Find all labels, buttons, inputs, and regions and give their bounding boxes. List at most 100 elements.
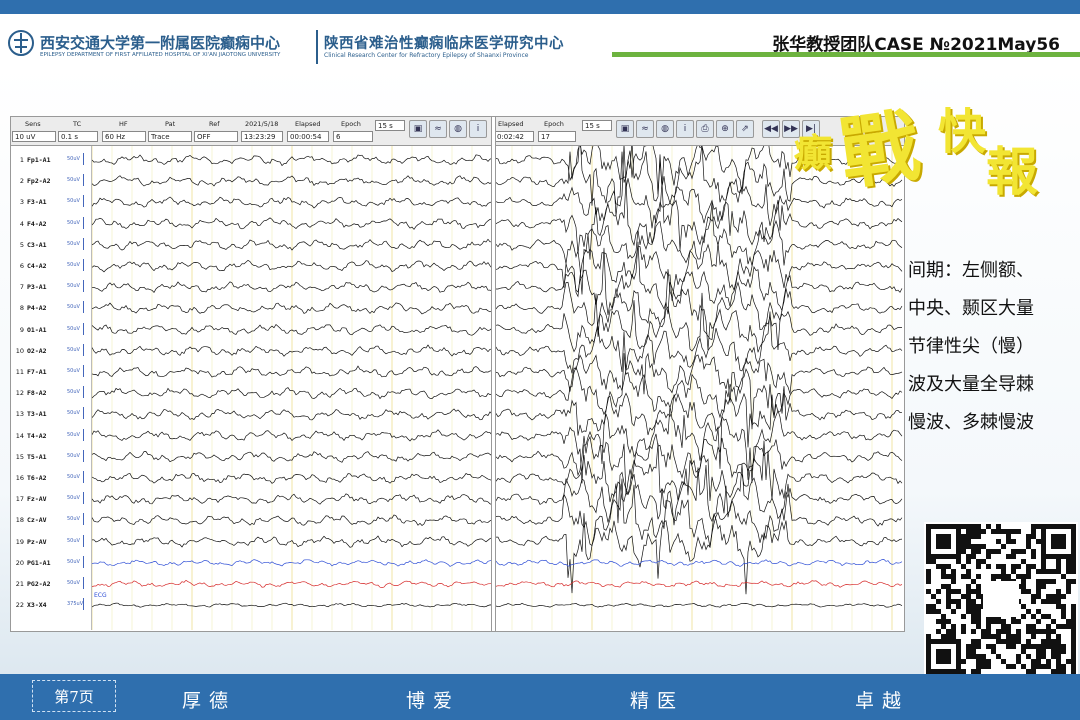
gain-scale-bar (83, 365, 84, 377)
channel-row: 8 P4-A2 50uV (11, 298, 91, 318)
hf-label: HF (119, 120, 128, 128)
gain-scale-bar (83, 322, 84, 335)
time-value: 13:23:29 (241, 131, 283, 142)
channel-number: 15 (15, 452, 24, 461)
channel-gain: 50uV (67, 452, 80, 459)
channel-number: 20 (15, 558, 24, 567)
channel-row: 15 T5-A1 50uV (11, 447, 91, 467)
qr-code-icon (924, 522, 1078, 676)
channel-name: T3-A1 (27, 410, 47, 419)
folder-icon-right[interactable]: ▣ (616, 120, 634, 138)
rewind-icon[interactable]: ◀◀ (762, 120, 780, 138)
channel-name: P4-A2 (27, 304, 47, 313)
ref-select[interactable]: OFF (194, 131, 238, 142)
case-description: 间期：左侧额、 中央、颞区大量 节律性尖（慢） 波及大量全导棘 慢波、多棘慢波 (908, 252, 1076, 442)
channel-name: PG2-A2 (27, 580, 51, 588)
tc-select[interactable]: 0.1 s (58, 131, 98, 142)
gain-scale-bar (83, 301, 84, 314)
eeg-trace (92, 242, 903, 301)
channel-name: Fp2-A2 (27, 177, 51, 186)
channel-gain: 50uV (67, 537, 80, 544)
hospital-name-en: EPILEPSY DEPARTMENT OF FIRST AFFILIATED … (40, 52, 281, 58)
slogan-2: 博爱 (406, 690, 461, 712)
gain-scale-bar (83, 280, 84, 293)
export-icon[interactable]: ⇗ (736, 120, 754, 138)
zoom-icon[interactable]: ⊕ (716, 120, 734, 138)
gain-scale-bar (83, 534, 84, 547)
channel-name: T6-A2 (27, 474, 47, 482)
channel-row: 3 F3-A1 50uV (11, 192, 91, 212)
channel-number: 16 (15, 474, 24, 482)
pat-select[interactable]: Trace (148, 131, 192, 142)
speed-select-right[interactable]: 15 s (582, 120, 612, 131)
eeg-trace (92, 202, 903, 295)
print-icon[interactable]: ⎙ (696, 120, 714, 138)
eeg-trace (92, 602, 903, 608)
channel-labels: 1 Fp1-A1 50uV 2 Fp2-A2 50uV 3 F3-A1 50uV 4 F4-A2 50… (11, 146, 92, 630)
gain-scale-bar (83, 555, 84, 568)
speed-select-left[interactable]: 15 s (375, 120, 405, 131)
gain-scale-bar (83, 153, 84, 165)
montage-icon-right[interactable]: ≈ (636, 120, 654, 138)
channel-number: 8 (19, 304, 24, 313)
banner-char-4: 報 (986, 142, 1039, 203)
date-value: 2021/5/18 (245, 120, 279, 128)
channel-row: 9 O1-A1 50uV (11, 320, 91, 340)
channel-name: T4-A2 (27, 431, 47, 440)
channel-gain: 50uV (67, 325, 80, 332)
gain-scale-bar (83, 407, 84, 420)
gain-scale-bar (83, 174, 84, 187)
globe-icon[interactable]: ◍ (449, 120, 467, 138)
globe-icon-right[interactable]: ◍ (656, 120, 674, 138)
info-icon[interactable]: i (469, 120, 487, 138)
channel-gain: 50uV (67, 516, 80, 523)
eeg-trace-plot: ECG (92, 146, 903, 630)
channel-gain: 50uV (67, 431, 80, 438)
channel-row: 6 C4-A2 50uV (11, 256, 91, 276)
eeg-trace (92, 311, 903, 374)
channel-row: 19 Pz-AV 50uV (11, 532, 91, 552)
epoch-label-left: Epoch (341, 120, 361, 128)
montage-icon[interactable]: ≈ (429, 120, 447, 138)
gain-scale-bar (83, 237, 84, 250)
channel-row: 4 F4-A2 50uV (11, 214, 91, 234)
banner-title: 癲 戰 快 報 (790, 78, 1060, 208)
channel-name: C4-A2 (27, 262, 47, 270)
eeg-trace (92, 269, 903, 351)
channel-name: X3-X4 (27, 601, 47, 610)
sens-label: Sens (25, 120, 41, 128)
banner-char-3: 快 (938, 104, 987, 160)
top-color-bar (0, 0, 1080, 14)
desc-line: 波及大量全导棘 (908, 374, 1034, 395)
channel-gain: 50uV (67, 495, 80, 502)
eeg-trace (92, 559, 903, 567)
hf-select[interactable]: 60 Hz (102, 131, 146, 142)
desc-line: 中央、颞区大量 (908, 298, 1034, 319)
header: 西安交通大学第一附属医院癫痫中心 EPILEPSY DEPARTMENT OF … (0, 14, 1080, 66)
channel-number: 7 (19, 283, 24, 292)
channel-number: 5 (19, 240, 24, 249)
ref-label: Ref (209, 120, 220, 128)
channel-name: T5-A1 (27, 452, 47, 461)
eeg-toolbar-left: Sens 10 uV TC 0.1 s HF 60 Hz Pat Trace R… (11, 117, 491, 146)
center-name-en: Clinical Research Center for Refractory … (324, 52, 529, 59)
channel-gain: 375uV (67, 601, 84, 608)
channel-gain: 50uV (67, 177, 80, 184)
channel-row: 2 Fp2-A2 50uV (11, 171, 91, 191)
elapsed-value-left: 00:00:54 (287, 131, 329, 142)
channel-row: 7 P3-A1 50uV (11, 277, 91, 297)
gain-scale-bar (83, 428, 84, 441)
sens-select[interactable]: 10 uV (12, 131, 56, 142)
channel-row: 20 PG1-A1 50uV (11, 553, 91, 573)
channel-name: F3-A1 (27, 198, 47, 207)
gain-scale-bar (83, 577, 84, 589)
channel-gain: 50uV (67, 368, 80, 374)
channel-gain: 50uV (67, 474, 80, 480)
eeg-traces: ECG (92, 146, 903, 630)
channel-gain: 50uV (67, 558, 80, 565)
banner-char-2: 癲 (794, 130, 833, 175)
channel-row: 22 X3-X4 375uV (11, 595, 91, 615)
header-divider (316, 30, 318, 66)
folder-icon[interactable]: ▣ (409, 120, 427, 138)
info-icon-right[interactable]: i (676, 120, 694, 138)
